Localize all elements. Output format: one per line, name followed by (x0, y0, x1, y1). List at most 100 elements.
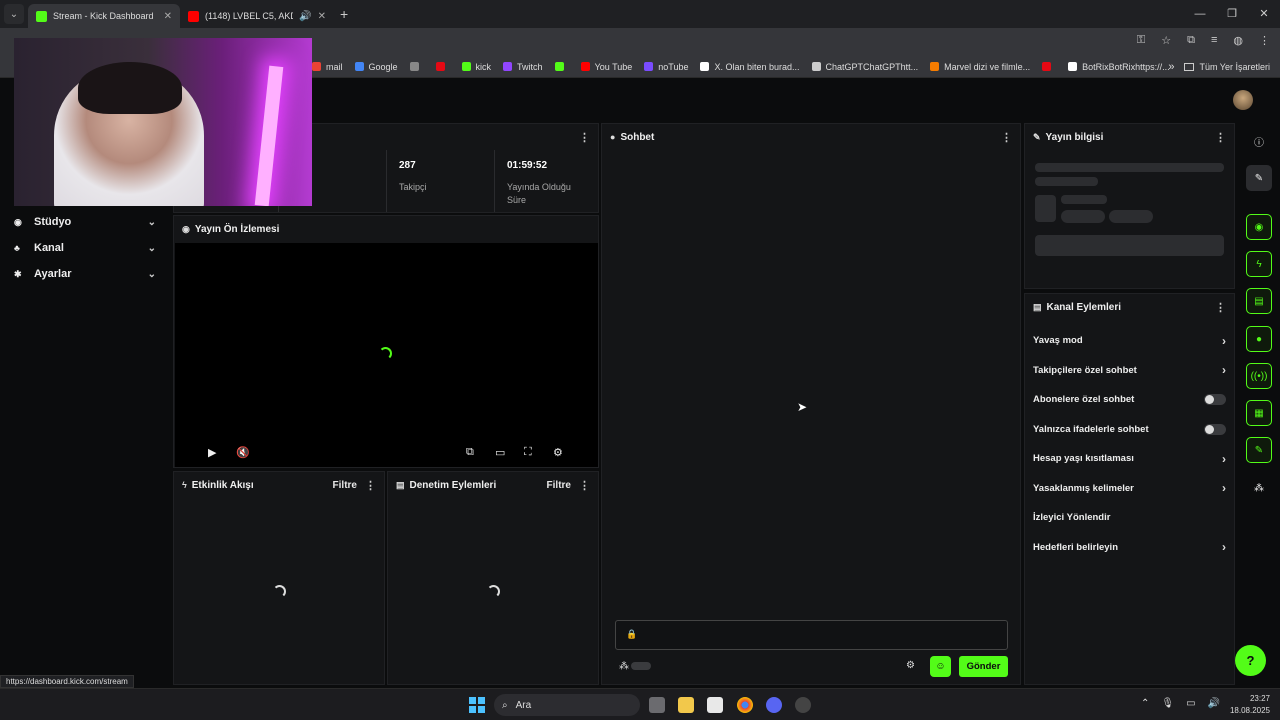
chat-emote-toggle[interactable]: ⁂ (619, 660, 655, 672)
bookmark-star-icon[interactable]: ☆ (1161, 34, 1171, 47)
channel-action-item[interactable]: Yavaş mod › (1025, 326, 1234, 356)
nav-item-settings[interactable]: ✱ Ayarlar ⌄ (0, 261, 170, 287)
nav-item-channel[interactable]: ♣ Kanal ⌄ (0, 235, 170, 261)
task-view-icon[interactable] (649, 697, 665, 713)
close-tab-icon[interactable]: ✕ (164, 11, 172, 22)
channel-action-item[interactable]: Hedefleri belirleyin › (1025, 533, 1234, 563)
activity-filter-button[interactable]: Filtre (333, 480, 357, 491)
channel-action-item[interactable]: Hesap yaşı kısıtlaması › (1025, 444, 1234, 474)
store-icon[interactable] (707, 697, 723, 713)
display-icon[interactable]: ▭ (1186, 698, 1195, 709)
toggle-switch[interactable] (1204, 423, 1226, 435)
more-options-icon[interactable]: ⋮ (1001, 131, 1012, 144)
channel-action-item[interactable]: İzleyici Yönlendir (1025, 503, 1234, 533)
channel-action-item[interactable]: Abonelere özel sohbet (1025, 385, 1234, 415)
chevron-up-icon[interactable]: ⌃ (1141, 698, 1149, 709)
bookmark-item[interactable]: Twitch (503, 62, 543, 72)
more-options-icon[interactable]: ⋮ (1215, 131, 1226, 144)
bookmark-item[interactable] (435, 62, 450, 71)
more-options-icon[interactable]: ⋮ (579, 131, 590, 144)
close-window-icon[interactable]: ✕ (1248, 0, 1280, 28)
edit-icon[interactable]: ✎ (1246, 165, 1272, 191)
volume-icon[interactable]: 🔊 (1208, 698, 1220, 709)
video-player[interactable]: ▶ 🔇 ⧉ ▭ ⛶ ⚙ (175, 243, 598, 467)
minimize-icon[interactable]: — (1184, 0, 1216, 28)
discord-icon[interactable] (766, 697, 782, 713)
chrome-icon[interactable] (737, 697, 753, 713)
community-rail-icon[interactable]: ⁂ (1246, 475, 1272, 501)
moderation-filter-button[interactable]: Filtre (547, 480, 571, 491)
stat-followers: 287 Takipçi (386, 150, 494, 212)
bookmark-item[interactable]: BotRixBotRixhttps://... (1068, 62, 1170, 72)
chevron-right-icon: › (1222, 451, 1226, 466)
help-button[interactable]: ? (1235, 645, 1266, 676)
play-icon[interactable]: ▶ (208, 446, 216, 459)
info-icon[interactable]: ⓘ (1246, 128, 1272, 154)
broadcast-rail-icon[interactable]: ((•)) (1246, 363, 1272, 389)
bookmarks-more-button[interactable]: » (1168, 61, 1174, 73)
channel-action-item[interactable]: Takipçilere özel sohbet › (1025, 356, 1234, 386)
extensions-icon[interactable]: ⧉ (1187, 34, 1195, 47)
restore-icon[interactable]: ❐ (1216, 0, 1248, 28)
channel-action-item[interactable]: Yasaklanmış kelimeler › (1025, 474, 1234, 504)
file-explorer-icon[interactable] (678, 697, 694, 713)
all-bookmarks-folder[interactable]: Tüm Yer İşaretleri (1184, 62, 1270, 72)
tab-search-button[interactable]: ⌄ (4, 4, 24, 24)
webcam-neon-light (254, 65, 284, 206)
stat-value: 287 (399, 160, 416, 171)
tab-youtube[interactable]: (1148) LVBEL C5, AKDO, AL 🔊 ✕ (180, 4, 334, 28)
start-windows-icon[interactable] (469, 697, 485, 713)
user-avatar[interactable] (1233, 90, 1253, 110)
document-rail-icon[interactable]: ▤ (1246, 288, 1272, 314)
folder-icon (1184, 63, 1195, 71)
clock[interactable]: 23:27 18.08.2025 (1230, 693, 1270, 717)
bookmark-item[interactable]: You Tube (580, 62, 632, 72)
bookmark-item[interactable] (554, 62, 569, 71)
bookmark-item[interactable]: X. Olan biten burad... (700, 62, 800, 72)
new-tab-button[interactable]: + (340, 6, 348, 22)
bookmark-item[interactable]: Google (354, 62, 398, 72)
fullscreen-icon[interactable]: ⛶ (524, 446, 532, 459)
channel-action-label: Takipçilere özel sohbet (1033, 364, 1137, 376)
bookmark-item[interactable] (1042, 62, 1056, 71)
lightning-rail-icon[interactable]: ϟ (1246, 251, 1272, 277)
bookmark-item[interactable]: Marvel dizi ve filmle... (930, 62, 1030, 72)
send-button[interactable]: Gönder (959, 656, 1008, 677)
emote-picker-icon[interactable]: ☺ (930, 656, 951, 677)
media-icon[interactable]: ≡ (1211, 34, 1217, 47)
menu-icon[interactable]: ⋮ (1259, 34, 1270, 47)
pip-icon[interactable]: ⧉ (466, 446, 474, 459)
status-url-bar: https://dashboard.kick.com/stream (0, 675, 134, 688)
bookmark-item[interactable]: ChatGPTChatGPThtt... (811, 62, 918, 72)
app-icon[interactable] (795, 697, 811, 713)
more-options-icon[interactable]: ⋮ (579, 479, 590, 492)
profile-icon[interactable]: ◍ (1233, 34, 1243, 47)
gear-icon[interactable]: ⚙ (553, 446, 563, 459)
studio-rail-icon[interactable]: ◉ (1246, 214, 1272, 240)
bookmark-item[interactable] (409, 62, 424, 71)
close-tab-icon[interactable]: ✕ (318, 11, 326, 22)
key-icon[interactable]: ⚿ (1137, 34, 1145, 47)
taskbar-search[interactable]: ⌕ Ara (494, 694, 640, 716)
channel-action-label: İzleyici Yönlendir (1033, 512, 1111, 524)
theater-icon[interactable]: ▭ (495, 446, 505, 459)
bookmark-item[interactable]: kick (461, 61, 492, 72)
wrench-rail-icon[interactable]: ✎ (1246, 437, 1272, 463)
chat-rail-icon[interactable]: ● (1246, 326, 1272, 352)
mute-icon[interactable]: 🔇 (236, 446, 250, 459)
bookmark-item[interactable]: noTube (644, 62, 688, 72)
nav-item-studio[interactable]: ◉ Stüdyo ⌄ (0, 209, 170, 235)
tab-kick-dashboard[interactable]: Stream - Kick Dashboard ✕ (28, 4, 180, 28)
microphone-icon[interactable]: 🎙 (1161, 698, 1174, 709)
channel-action-item[interactable]: Yalnızca ifadelerle sohbet (1025, 415, 1234, 445)
layout-rail-icon[interactable]: ▦ (1246, 400, 1272, 426)
bookmark-label: kick (475, 61, 492, 72)
more-options-icon[interactable]: ⋮ (365, 479, 376, 492)
speaker-icon[interactable]: 🔊 (299, 11, 311, 22)
bookmark-item[interactable]: mail (312, 62, 343, 72)
toggle-switch[interactable] (1204, 394, 1226, 406)
bookmark-favicon-icon (1042, 62, 1052, 71)
chat-settings-icon[interactable]: ⚙ (906, 660, 915, 671)
chat-input[interactable]: 🔒 (615, 620, 1008, 650)
more-options-icon[interactable]: ⋮ (1215, 301, 1226, 314)
